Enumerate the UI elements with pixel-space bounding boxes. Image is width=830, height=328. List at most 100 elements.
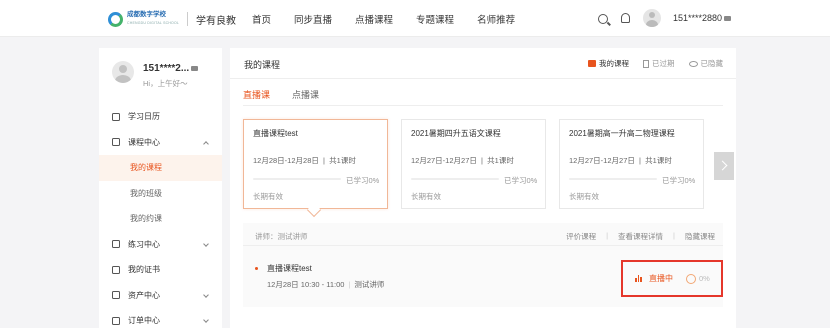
course-date: 12月28日-12月28日 | 共1课时	[253, 156, 356, 165]
sidebar-item-label: 订单中心	[128, 316, 160, 326]
progress-text: 已学习0%	[504, 176, 538, 185]
hide-course-link[interactable]: 隐藏课程	[685, 231, 715, 242]
sidebar-item-label: 课程中心	[128, 137, 160, 147]
card-icon	[191, 65, 199, 71]
course-type-tabs: 直播课 点播课	[243, 88, 341, 106]
chevron-up-icon	[203, 140, 209, 147]
course-title: 2021暑期高一升高二物理课程	[569, 129, 675, 138]
logo-subname: CHENGDU DIGITAL SCHOOL	[127, 21, 180, 25]
divider	[243, 105, 723, 106]
brand-name: 学有良教	[196, 15, 237, 27]
profile-name: 151****2...	[143, 63, 199, 74]
sidebar-item-label: 学习日历	[128, 112, 160, 122]
sidebar-item-my-bookings[interactable]: 我的约课	[99, 206, 222, 232]
profile-card: 151****2... Hi，上午好～	[99, 48, 222, 98]
logo-divider	[187, 12, 189, 26]
course-date: 12月27日-12月27日 | 共1课时	[411, 156, 514, 165]
practice-icon	[112, 240, 120, 249]
logo[interactable]: 成都数字学校 CHENGDU DIGITAL SCHOOL 学有良教	[108, 10, 236, 28]
sidebar-item-label: 资产中心	[128, 290, 160, 300]
course-title: 2021暑期四升五语文课程	[411, 129, 501, 138]
sidebar-item-label: 练习中心	[128, 239, 160, 249]
chevron-down-icon	[203, 291, 209, 298]
bullet-icon	[255, 267, 258, 270]
main-nav: 首页 同步直播 点播课程 专题课程 名师推荐	[252, 12, 538, 26]
rate-course-link[interactable]: 评价课程	[566, 231, 596, 242]
logo-mark-icon	[108, 11, 123, 27]
teacher-label: 讲师：测试讲师	[255, 232, 308, 241]
course-icon	[112, 138, 120, 147]
header-actions: 151****2880	[598, 9, 732, 27]
order-icon	[112, 316, 120, 325]
live-bars-icon	[635, 275, 643, 282]
validity-text: 长期有效	[411, 192, 441, 201]
sidebar-menu: 学习日历 课程中心 我的课程 我的班级 我的约课 练习中心 我的证书 资产中心	[99, 104, 222, 328]
sidebar-item-my-classes[interactable]: 我的班级	[99, 181, 222, 207]
avatar[interactable]	[643, 9, 661, 27]
filter-hidden[interactable]: 已隐藏	[688, 58, 723, 69]
bell-icon[interactable]	[621, 13, 630, 23]
filter-expired[interactable]: 已过期	[643, 58, 675, 69]
page-title: 我的课程	[244, 60, 281, 70]
divider	[230, 78, 736, 79]
profile-greeting: Hi，上午好～	[143, 79, 188, 88]
certificate-icon	[112, 265, 120, 274]
course-card[interactable]: 2021暑期四升五语文课程 12月27日-12月27日 | 共1课时 已学习0%…	[401, 119, 546, 209]
main-panel: 我的课程 我的课程 已过期 已隐藏 直播课 点播课 直播课程test 12月28…	[230, 48, 736, 328]
eye-icon	[688, 60, 698, 67]
course-detail: 讲师：测试讲师 评价课程 | 查看课程详情 | 隐藏课程 直播课程test 12…	[243, 223, 723, 307]
live-status-button[interactable]: 直播中	[649, 273, 673, 284]
sidebar-item-orders[interactable]: 订单中心	[99, 308, 222, 328]
nav-famous-teachers[interactable]: 名师推荐	[477, 12, 515, 26]
sidebar-item-course-center[interactable]: 课程中心	[99, 130, 222, 156]
sidebar-item-label: 我的班级	[130, 188, 162, 198]
hourglass-icon	[643, 59, 649, 68]
chevron-down-icon	[203, 240, 209, 247]
nav-vod-courses[interactable]: 点播课程	[355, 12, 393, 26]
search-icon[interactable]	[598, 13, 608, 24]
sidebar-item-assets[interactable]: 资产中心	[99, 283, 222, 309]
course-actions: 评价课程 | 查看课程详情 | 隐藏课程	[566, 231, 715, 242]
validity-text: 长期有效	[253, 192, 283, 201]
lesson-time: 12月28日 10:30 - 11:00	[267, 280, 345, 289]
progress-bar	[569, 178, 657, 180]
lesson-teacher: 测试讲师	[354, 280, 385, 289]
progress-bar	[411, 178, 499, 180]
calendar-icon	[112, 112, 120, 121]
course-card[interactable]: 直播课程test 12月28日-12月28日 | 共1课时 已学习0% 长期有效	[243, 119, 388, 209]
course-title: 直播课程test	[253, 129, 298, 138]
validity-text: 长期有效	[569, 192, 599, 201]
sidebar-item-calendar[interactable]: 学习日历	[99, 104, 222, 130]
sidebar: 151****2... Hi，上午好～ 学习日历 课程中心 我的课程 我的班级 …	[99, 48, 222, 328]
filter-my-courses[interactable]: 我的课程	[588, 58, 629, 69]
sidebar-item-label: 我的约课	[130, 214, 162, 224]
progress-percent: 0%	[699, 274, 710, 283]
course-details-link[interactable]: 查看课程详情	[618, 231, 663, 242]
sidebar-item-label: 我的课程	[130, 163, 162, 173]
profile-avatar[interactable]	[112, 61, 134, 83]
chevron-down-icon	[203, 317, 209, 323]
course-filters: 我的课程 已过期 已隐藏	[574, 58, 723, 69]
lesson-meta: 12月28日 10:30 - 11:00 | 测试讲师	[267, 280, 385, 289]
sidebar-item-label: 我的证书	[128, 265, 160, 275]
progress-ring-icon	[686, 273, 696, 284]
sidebar-item-certificates[interactable]: 我的证书	[99, 257, 222, 283]
tab-vod[interactable]: 点播课	[292, 88, 319, 106]
sidebar-item-practice[interactable]: 练习中心	[99, 232, 222, 258]
top-header: 成都数字学校 CHENGDU DIGITAL SCHOOL 学有良教 首页 同步…	[0, 0, 830, 37]
nav-topic-courses[interactable]: 专题课程	[416, 12, 454, 26]
sidebar-item-my-courses[interactable]: 我的课程	[99, 155, 222, 181]
divider	[243, 245, 723, 246]
tab-live[interactable]: 直播课	[243, 88, 271, 106]
play-icon	[588, 60, 596, 67]
logo-name: 成都数字学校	[127, 11, 166, 18]
progress-text: 已学习0%	[346, 176, 380, 185]
nav-sync-live[interactable]: 同步直播	[294, 12, 332, 26]
progress-text: 已学习0%	[662, 176, 696, 185]
next-arrow-button[interactable]	[714, 152, 734, 180]
course-card[interactable]: 2021暑期高一升高二物理课程 12月27日-12月27日 | 共1课时 已学习…	[559, 119, 704, 209]
card-icon	[724, 15, 732, 21]
nav-home[interactable]: 首页	[252, 12, 271, 26]
header-username[interactable]: 151****2880	[673, 13, 722, 23]
progress-bar	[253, 178, 341, 180]
